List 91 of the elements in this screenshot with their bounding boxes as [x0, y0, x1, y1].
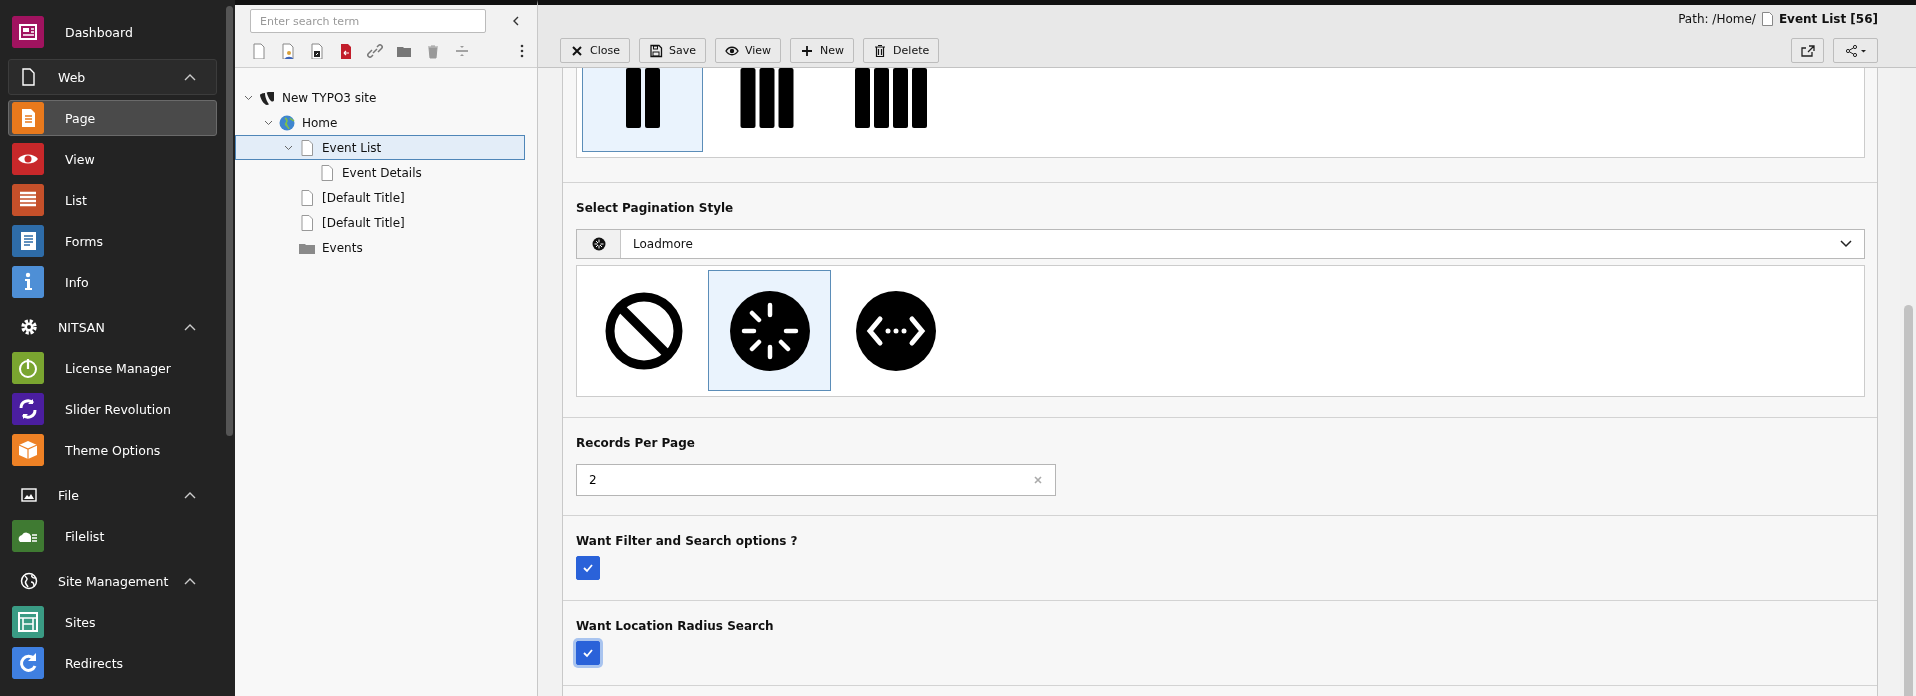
module-item[interactable]: Page — [8, 100, 217, 136]
field-label: Records Per Page — [576, 435, 696, 452]
module-item[interactable]: License Manager — [8, 350, 217, 386]
checkmark-icon — [582, 563, 594, 573]
search-field[interactable]: Enter search term — [250, 9, 486, 33]
chevron-icon — [184, 73, 196, 81]
more-icon[interactable] — [520, 44, 524, 58]
share-icon — [1844, 44, 1867, 57]
close-icon — [570, 43, 584, 58]
tree-node[interactable]: [Default Title] — [235, 185, 525, 210]
module-item[interactable]: Redirects — [8, 645, 217, 681]
trash-icon — [873, 43, 888, 58]
trash-icon[interactable] — [425, 43, 441, 59]
checkbox[interactable] — [576, 556, 600, 580]
image-icon — [19, 485, 39, 505]
path-label: Path: /Home/ — [1678, 12, 1756, 26]
form-icon — [12, 225, 44, 257]
module-item[interactable]: Dashboard — [8, 14, 217, 50]
plus-icon — [800, 43, 815, 58]
module-item[interactable]: Forms — [8, 223, 217, 259]
open-new-window-button[interactable] — [1791, 38, 1824, 63]
save-icon — [648, 43, 663, 58]
chevron-icon — [284, 144, 293, 151]
tree-node[interactable]: [Default Title] — [235, 210, 525, 235]
field-label: Want Filter and Search options ? — [576, 533, 799, 550]
page-shortcut-icon[interactable] — [309, 43, 325, 59]
menu-group-header[interactable]: NITSAN — [8, 309, 217, 345]
page-icon — [1761, 12, 1773, 26]
document-icon — [12, 102, 44, 134]
page-icon — [298, 138, 316, 157]
picker-option[interactable] — [708, 270, 831, 391]
spinner-icon — [729, 290, 810, 371]
field-label: Want Location Radius Search — [576, 618, 775, 635]
share-button[interactable] — [1833, 38, 1878, 63]
checkmark-icon — [582, 648, 594, 658]
module-item[interactable]: Sites — [8, 604, 217, 640]
link-icon[interactable] — [367, 43, 383, 59]
select-field[interactable]: Loadmore — [576, 229, 1865, 259]
page-title: Event List [56] — [1778, 12, 1878, 26]
globe-icon — [19, 571, 39, 591]
cloud-icon — [12, 520, 44, 552]
module-item[interactable]: View — [8, 141, 217, 177]
module-item[interactable]: Theme Options — [8, 432, 217, 468]
new-button[interactable]: New — [790, 38, 855, 63]
tree-node[interactable]: Events — [235, 235, 525, 260]
module-item[interactable]: Slider Revolution — [8, 391, 217, 427]
collapse-icon[interactable] — [512, 16, 520, 26]
view-button[interactable]: View — [715, 38, 782, 63]
page-user-icon[interactable] — [280, 43, 296, 59]
clear-icon — [1033, 475, 1043, 485]
code-arrows-icon — [855, 290, 936, 371]
globe-icon — [278, 113, 296, 132]
save-button[interactable]: Save — [638, 38, 706, 63]
box-icon — [12, 434, 44, 466]
tree-node[interactable]: Event Details — [235, 160, 525, 185]
menu-group-header[interactable]: Web — [8, 59, 217, 95]
chevron-icon — [184, 491, 196, 499]
eye-icon — [12, 143, 44, 175]
module-item[interactable]: Filelist — [8, 518, 217, 554]
chevron-icon — [1840, 240, 1852, 248]
chevron-icon — [184, 323, 196, 331]
chevron-icon — [184, 577, 196, 585]
power-icon — [12, 352, 44, 384]
page-icon — [318, 163, 336, 182]
page-link-icon[interactable] — [338, 43, 354, 59]
tree-node[interactable]: Event List — [235, 135, 525, 160]
spinner-icon — [591, 237, 606, 251]
field-label: Select Pagination Style — [576, 200, 735, 217]
menu-group-header[interactable]: Site Management — [8, 563, 217, 599]
page-icon — [298, 188, 316, 207]
chevron-icon — [264, 119, 273, 126]
module-item[interactable]: Info — [8, 264, 217, 300]
picker-option[interactable] — [582, 68, 703, 152]
external-link-icon — [1800, 44, 1815, 57]
refresh-icon — [12, 647, 44, 679]
gear-icon — [19, 317, 39, 337]
list-icon — [12, 184, 44, 216]
page-icon — [298, 213, 316, 232]
menu-group-header[interactable]: File — [8, 477, 217, 513]
sync-icon — [12, 393, 44, 425]
module-item[interactable]: List — [8, 182, 217, 218]
close-button[interactable]: Close — [560, 38, 630, 63]
prohibited-icon — [603, 290, 684, 371]
dashboard-icon — [12, 16, 44, 48]
input-field[interactable]: 2 — [576, 464, 1056, 496]
tree-node[interactable]: New TYPO3 site — [235, 85, 525, 110]
tree-node[interactable]: Home — [235, 110, 525, 135]
delete-button[interactable]: Delete — [863, 38, 940, 63]
info-icon — [12, 266, 44, 298]
layout-icon — [12, 606, 44, 638]
chevron-icon — [244, 94, 253, 101]
